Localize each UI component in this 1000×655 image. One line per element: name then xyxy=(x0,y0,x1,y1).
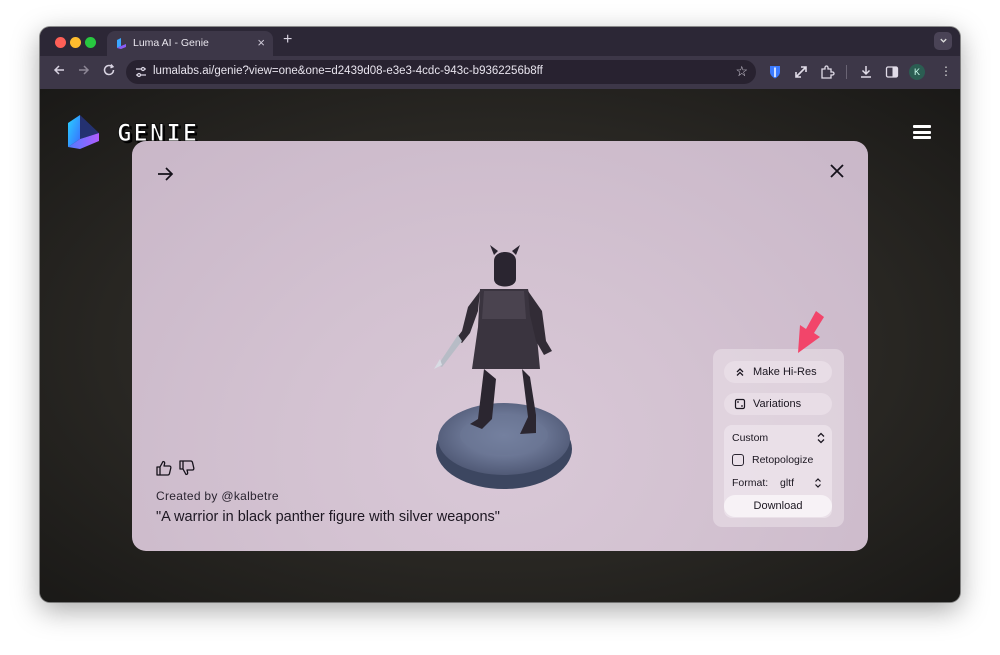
arrow-right-icon[interactable] xyxy=(156,165,174,183)
bitwarden-icon[interactable] xyxy=(767,64,783,80)
variations-button[interactable]: Variations xyxy=(724,393,832,415)
thumbs-down-icon[interactable] xyxy=(178,459,196,477)
close-window-button[interactable] xyxy=(55,37,66,48)
page-content: GENIE Created by @kalbetre "A warrior in… xyxy=(40,89,960,602)
retopologize-checkbox[interactable] xyxy=(732,454,744,466)
maximize-window-button[interactable] xyxy=(85,37,96,48)
luma-logo-icon[interactable] xyxy=(67,115,101,151)
format-select[interactable]: gltf xyxy=(780,477,794,489)
back-icon[interactable] xyxy=(50,63,68,77)
tab-close-icon[interactable]: × xyxy=(257,35,265,50)
close-icon[interactable] xyxy=(829,163,845,179)
extensions-puzzle-icon[interactable] xyxy=(819,64,835,80)
tab-title: Luma AI - Genie xyxy=(133,37,209,49)
actions-panel: Make Hi-Res Variations Custom Retopologi… xyxy=(713,349,844,527)
side-panel-icon[interactable] xyxy=(884,64,900,80)
export-options: Custom Retopologize Format: gltf Downloa… xyxy=(724,425,832,518)
retopologize-label: Retopologize xyxy=(752,454,814,466)
browser-menu-icon[interactable]: ⋮ xyxy=(940,64,952,78)
topology-select-value: Custom xyxy=(732,432,769,444)
reload-icon[interactable] xyxy=(100,63,118,77)
model-prompt: "A warrior in black panther figure with … xyxy=(156,509,500,525)
minimize-window-button[interactable] xyxy=(70,37,81,48)
thumbs-up-icon[interactable] xyxy=(155,459,173,477)
new-tab-button[interactable]: + xyxy=(283,31,292,49)
tab-strip: Luma AI - Genie × + xyxy=(40,27,960,56)
site-settings-icon[interactable] xyxy=(134,65,148,79)
format-label: Format: xyxy=(732,477,769,489)
chevron-down-icon xyxy=(939,38,947,43)
pointer-arrow-icon xyxy=(798,311,824,353)
tab-search-button[interactable] xyxy=(934,32,952,50)
model-viewer-card: Created by @kalbetre "A warrior in black… xyxy=(132,141,868,551)
browser-toolbar: lumalabs.ai/genie?view=one&one=d2439d08-… xyxy=(40,56,960,89)
luma-favicon-icon xyxy=(117,38,126,49)
chevron-updown-icon[interactable] xyxy=(814,477,822,489)
url-text: lumalabs.ai/genie?view=one&one=d2439d08-… xyxy=(153,65,543,77)
forward-icon[interactable] xyxy=(75,63,93,77)
download-button[interactable]: Download xyxy=(724,495,832,517)
browser-window: Luma AI - Genie × + lumalabs.ai/genie?vi… xyxy=(40,27,960,602)
3d-model-preview[interactable] xyxy=(432,219,577,493)
topology-select[interactable]: Custom xyxy=(732,432,826,444)
toolbar-divider xyxy=(846,65,847,79)
variations-label: Variations xyxy=(753,398,802,410)
menu-hamburger-icon[interactable] xyxy=(913,125,931,139)
creator-credit[interactable]: Created by @kalbetre xyxy=(156,489,279,503)
dice-icon xyxy=(734,398,746,410)
tab-luma-genie[interactable]: Luma AI - Genie × xyxy=(107,31,273,56)
make-hires-label: Make Hi-Res xyxy=(753,366,817,378)
download-icon[interactable] xyxy=(858,64,874,80)
bookmark-star-icon[interactable]: ☆ xyxy=(735,63,748,80)
make-hires-button[interactable]: Make Hi-Res xyxy=(724,361,832,383)
chevron-updown-icon xyxy=(817,432,825,444)
address-bar[interactable]: lumalabs.ai/genie?view=one&one=d2439d08-… xyxy=(126,60,756,84)
expand-icon[interactable] xyxy=(793,64,809,80)
chevrons-up-icon xyxy=(736,368,744,376)
profile-avatar[interactable]: K xyxy=(909,64,925,80)
